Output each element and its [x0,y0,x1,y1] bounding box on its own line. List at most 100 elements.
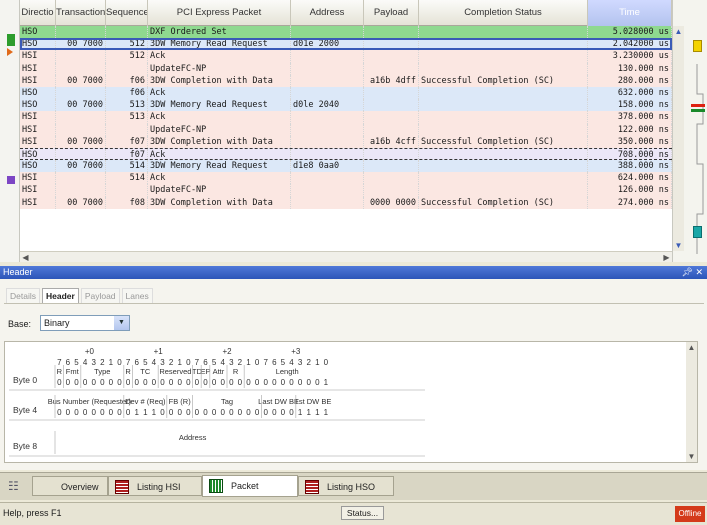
cell-pay [364,160,419,173]
field-name-label: FB (R) [169,397,192,406]
table-row[interactable]: HSI 00 7000 f07 3DW Completion with Data a16… [20,135,672,148]
col-payload[interactable]: Payload [364,0,419,26]
cell-pay: a16b 4dff [364,74,419,87]
cell-pay: 0000 0000 [364,196,419,209]
tab-overview[interactable]: Overview [32,476,108,496]
cell-time: 274.000 ns [588,196,672,209]
base-select[interactable]: Binary ▼ [40,315,130,331]
cell-pkt: Ack [148,50,291,63]
bit-field-view[interactable]: +0 +1 +2 +3 7 6 5 4 3 2 1 0 7 6 5 4 3 2 1 0 7 6 5 4 3 2 1 0 7 6 5 4 3 2 1 0… [4,341,698,463]
bit-view-scrollbar[interactable]: ▲ ▼ [686,342,697,462]
subtab-details[interactable]: Details [6,288,40,304]
bit-value: 0 [91,408,96,417]
bit-index-label: 7 [263,358,268,367]
scroll-right-icon[interactable]: ▶ [661,252,672,262]
col-completion-status[interactable]: Completion Status [419,0,588,26]
tab-packet-viewer[interactable]: Packet Viewer 1 [202,475,298,511]
table-header: Directio Transaction Sequence PCI Expres… [20,0,672,26]
scroll-up-icon[interactable]: ▲ [673,26,684,37]
horizontal-scrollbar[interactable]: ◀ ▶ [20,251,672,262]
cell-pay: a16b 4cff [364,135,419,148]
cell-tr [56,50,106,63]
table-row[interactable]: HSI UpdateFC-NP 130.000 ns [20,62,672,75]
cell-seq: f06 [106,86,148,100]
bit-value: 0 [83,378,88,387]
cell-dir: HSI [20,62,56,75]
table-row[interactable]: HSO f06 Ack 632.000 ns [20,86,672,100]
cell-time: 122.000 ns [588,123,672,136]
cell-tr: 00 7000 [56,74,106,87]
status-button[interactable]: Status... [341,506,384,520]
cell-dir: HSI [20,184,56,197]
scroll-left-icon[interactable]: ◀ [20,252,31,262]
table-row[interactable]: HSI 00 7000 f08 3DW Completion with Data 000… [20,196,672,209]
scroll-up-icon[interactable]: ▲ [686,342,697,353]
col-address[interactable]: Address [291,0,364,26]
table-row[interactable]: HSI UpdateFC-NP 126.000 ns [20,184,672,197]
cell-adr [291,111,364,124]
cell-adr: d1e8 0aa0 [291,160,364,173]
field-name-label: Bus Number (Requester) [48,397,132,406]
col-transaction[interactable]: Transaction [56,0,106,26]
cell-pay [364,86,419,100]
cell-pay [364,111,419,124]
subtab-lanes[interactable]: Lanes [121,288,153,304]
table-row[interactable]: HSI 00 7000 f06 3DW Completion with Data a16… [20,74,672,87]
chevron-down-icon[interactable]: ▼ [114,316,129,330]
scroll-down-icon[interactable]: ▼ [673,240,684,251]
byte-row-label: Byte 8 [13,441,37,451]
col-direction[interactable]: Directio [20,0,56,26]
bit-value: 0 [229,408,234,417]
table-row[interactable]: HSO 00 7000 512 3DW Memory Read Request d01e… [20,38,672,51]
cell-seq: 513 [106,99,148,112]
bit-value: 0 [100,408,105,417]
teal-marker-icon[interactable] [693,226,702,238]
table-row[interactable]: HSI 514 Ack 624.000 ns [20,172,672,185]
bit-index-label: 5 [74,358,79,367]
packet-table[interactable]: Directio Transaction Sequence PCI Expres… [20,0,672,262]
field-name-label: Type [94,367,110,376]
table-row[interactable]: HSI 512 Ack 3.230000 us [20,50,672,63]
bit-value: 0 [57,378,62,387]
table-row[interactable]: HSO 00 7000 514 3DW Memory Read Request d1e8… [20,160,672,173]
cell-pay [364,50,419,63]
col-packet[interactable]: PCI Express Packet [148,0,291,26]
col-sequence[interactable]: Sequence [106,0,148,26]
tab-listing-hsi[interactable]: Listing HSI [108,476,202,496]
bit-index-label: 1 [109,358,114,367]
field-name-label: R [57,367,63,376]
bit-value: 0 [195,408,200,417]
vertical-scrollbar[interactable]: ▲ ▼ [673,26,684,251]
bit-value: 0 [126,408,131,417]
table-row[interactable]: HSI UpdateFC-NP 122.000 ns [20,123,672,136]
table-row[interactable]: HSI 513 Ack 378.000 ns [20,111,672,124]
field-name-label: TC [140,367,151,376]
table-row[interactable]: HSO f07 Ack 708.000 ns [20,147,672,161]
cell-adr [291,135,364,148]
cell-dir: HSI [20,111,56,124]
subtab-payload[interactable]: Payload [80,288,120,304]
table-row[interactable]: HSO 00 7000 513 3DW Memory Read Request d0le… [20,99,672,112]
bit-value: 0 [238,378,243,387]
bit-value: 0 [117,408,122,417]
subtab-header[interactable]: Header [41,288,79,304]
cell-seq: 512 [106,38,148,51]
bit-index-label: 4 [152,358,157,367]
tab-listing-hso[interactable]: Listing HSO [298,476,394,496]
cell-dir: HSO [20,160,56,173]
bit-value: 1 [306,408,311,417]
table-row[interactable]: HSO DXF Ordered Set 5.028000 us [20,26,672,39]
cell-tr [56,111,106,124]
orange-arrow-icon [7,48,13,56]
col-time[interactable]: Time [588,0,672,26]
bit-value: 0 [203,378,208,387]
bit-value: 0 [91,378,96,387]
cell-pay [364,62,419,75]
cell-adr [291,50,364,63]
bookmark-icon[interactable] [693,40,702,52]
scroll-down-icon[interactable]: ▼ [686,451,697,462]
pin-icon[interactable]: 📌︎ [682,267,693,277]
close-icon[interactable]: ✕ [695,267,703,277]
bit-value: 0 [220,408,225,417]
cell-tr: 00 7000 [56,135,106,148]
